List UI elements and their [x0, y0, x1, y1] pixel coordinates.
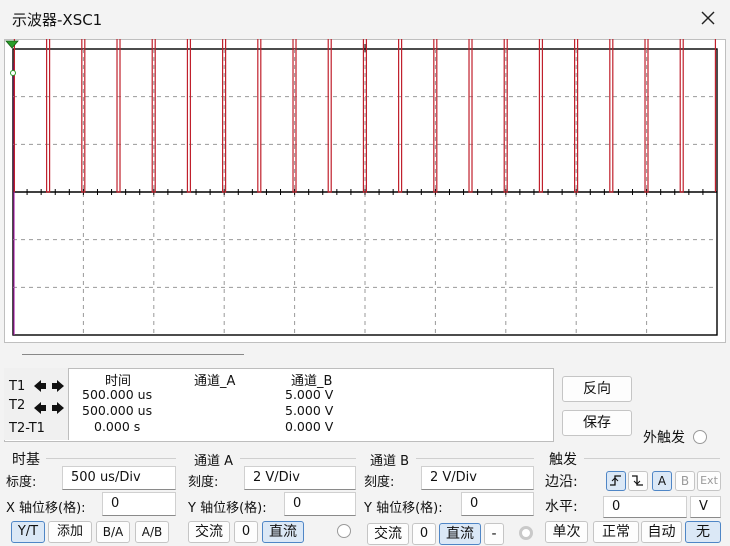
diff-channel-b-value: 0.000 V — [285, 419, 334, 434]
trigger-single-button[interactable]: 单次 — [545, 521, 588, 543]
channel-a-title: 通道 A — [194, 454, 234, 469]
mode-ba-button[interactable]: B/A — [96, 521, 130, 543]
timebase-scale-field[interactable]: 500 us/Div — [62, 466, 176, 490]
t2-channel-b-value: 5.000 V — [285, 403, 334, 418]
title-bar — [0, 0, 730, 36]
t1-label: T1 — [9, 379, 26, 394]
falling-edge-icon — [632, 475, 643, 486]
channel-b-scale-label: 刻度: — [364, 475, 395, 490]
rising-edge-icon — [610, 475, 621, 486]
channel-b-ypos-label: Y 轴位移(格): — [364, 501, 443, 516]
trigger-divider — [584, 458, 720, 459]
channel-a-divider — [240, 458, 356, 459]
mode-yt-button[interactable]: Y/T — [11, 521, 45, 543]
trigger-level-unit[interactable]: V — [690, 496, 721, 518]
t1-channel-b-value: 5.000 V — [285, 387, 334, 402]
save-button[interactable]: 保存 — [562, 410, 632, 436]
reverse-button[interactable]: 反向 — [562, 376, 632, 402]
channel-b-title: 通道 B — [370, 454, 410, 469]
channel-b-minus-button[interactable]: - — [484, 523, 504, 545]
diff-time-value: 0.000 s — [94, 419, 141, 434]
channel-a-ac-button[interactable]: 交流 — [188, 521, 230, 543]
channel-b-scale-field[interactable]: 2 V/Div — [421, 466, 534, 490]
channel-b-dc-button[interactable]: 直流 — [439, 523, 481, 545]
ext-trigger-terminal[interactable] — [693, 430, 707, 444]
arrow-left-icon — [34, 380, 46, 392]
channel-b-divider — [416, 458, 534, 459]
t2-t1-label: T2-T1 — [9, 421, 45, 436]
channel-b-terminal[interactable] — [519, 526, 533, 540]
channel-a-zero-button[interactable]: 0 — [234, 521, 258, 543]
arrow-right-icon — [52, 380, 64, 392]
channel-a-terminal[interactable] — [337, 524, 351, 538]
rising-edge-button[interactable] — [606, 471, 626, 491]
t2-time-value: 500.000 us — [82, 403, 153, 418]
trigger-none-button[interactable]: 无 — [685, 521, 721, 543]
trigger-marker-icon — [5, 40, 19, 49]
level-marker-icon — [10, 70, 16, 76]
header-channel-a: 通道_A — [194, 374, 236, 389]
x-position-field[interactable]: 0 — [102, 492, 176, 516]
ext-trigger-label: 外触发 — [643, 430, 685, 446]
timebase-scale-label: 标度: — [6, 475, 37, 490]
mode-ab-button[interactable]: A/B — [135, 521, 169, 543]
trigger-level-label: 水平: — [545, 499, 578, 515]
channel-a-ypos-field[interactable]: 0 — [284, 492, 356, 516]
x-position-label: X 轴位移(格): — [6, 501, 86, 516]
horizontal-scrollbar[interactable] — [22, 354, 244, 355]
t1-left-button[interactable] — [33, 379, 47, 393]
channel-b-ac-button[interactable]: 交流 — [367, 523, 409, 545]
t2-left-button[interactable] — [33, 401, 47, 415]
arrow-right-icon — [52, 402, 64, 414]
trigger-edge-label: 边沿: — [545, 474, 578, 490]
t2-right-button[interactable] — [51, 401, 65, 415]
falling-edge-button[interactable] — [628, 471, 648, 491]
trigger-title: 触发 — [549, 452, 577, 468]
trigger-normal-button[interactable]: 正常 — [593, 521, 639, 543]
close-icon — [701, 11, 715, 25]
trigger-auto-button[interactable]: 自动 — [641, 521, 682, 543]
scope-display — [5, 39, 718, 336]
t1-right-button[interactable] — [51, 379, 65, 393]
timebase-divider — [46, 458, 176, 459]
window-title: 示波器-XSC1 — [12, 11, 103, 29]
channel-b-zero-button[interactable]: 0 — [412, 523, 436, 545]
channel-b-ypos-field[interactable]: 0 — [461, 492, 534, 516]
trigger-source-a-button[interactable]: A — [652, 471, 672, 491]
trigger-source-ext-button[interactable]: Ext — [697, 471, 721, 491]
mode-add-button[interactable]: 添加 — [48, 521, 92, 543]
channel-a-dc-button[interactable]: 直流 — [262, 521, 304, 543]
arrow-left-icon — [34, 402, 46, 414]
t1-time-value: 500.000 us — [82, 387, 153, 402]
trigger-level-field[interactable]: 0 — [603, 496, 687, 518]
close-button[interactable] — [696, 6, 720, 30]
channel-a-ypos-label: Y 轴位移(格): — [188, 501, 267, 516]
channel-a-scale-label: 刻度: — [188, 475, 219, 490]
channel-a-scale-field[interactable]: 2 V/Div — [244, 466, 356, 490]
timebase-title: 时基 — [12, 452, 40, 468]
t2-label: T2 — [9, 398, 26, 413]
trigger-source-b-button[interactable]: B — [675, 471, 695, 491]
